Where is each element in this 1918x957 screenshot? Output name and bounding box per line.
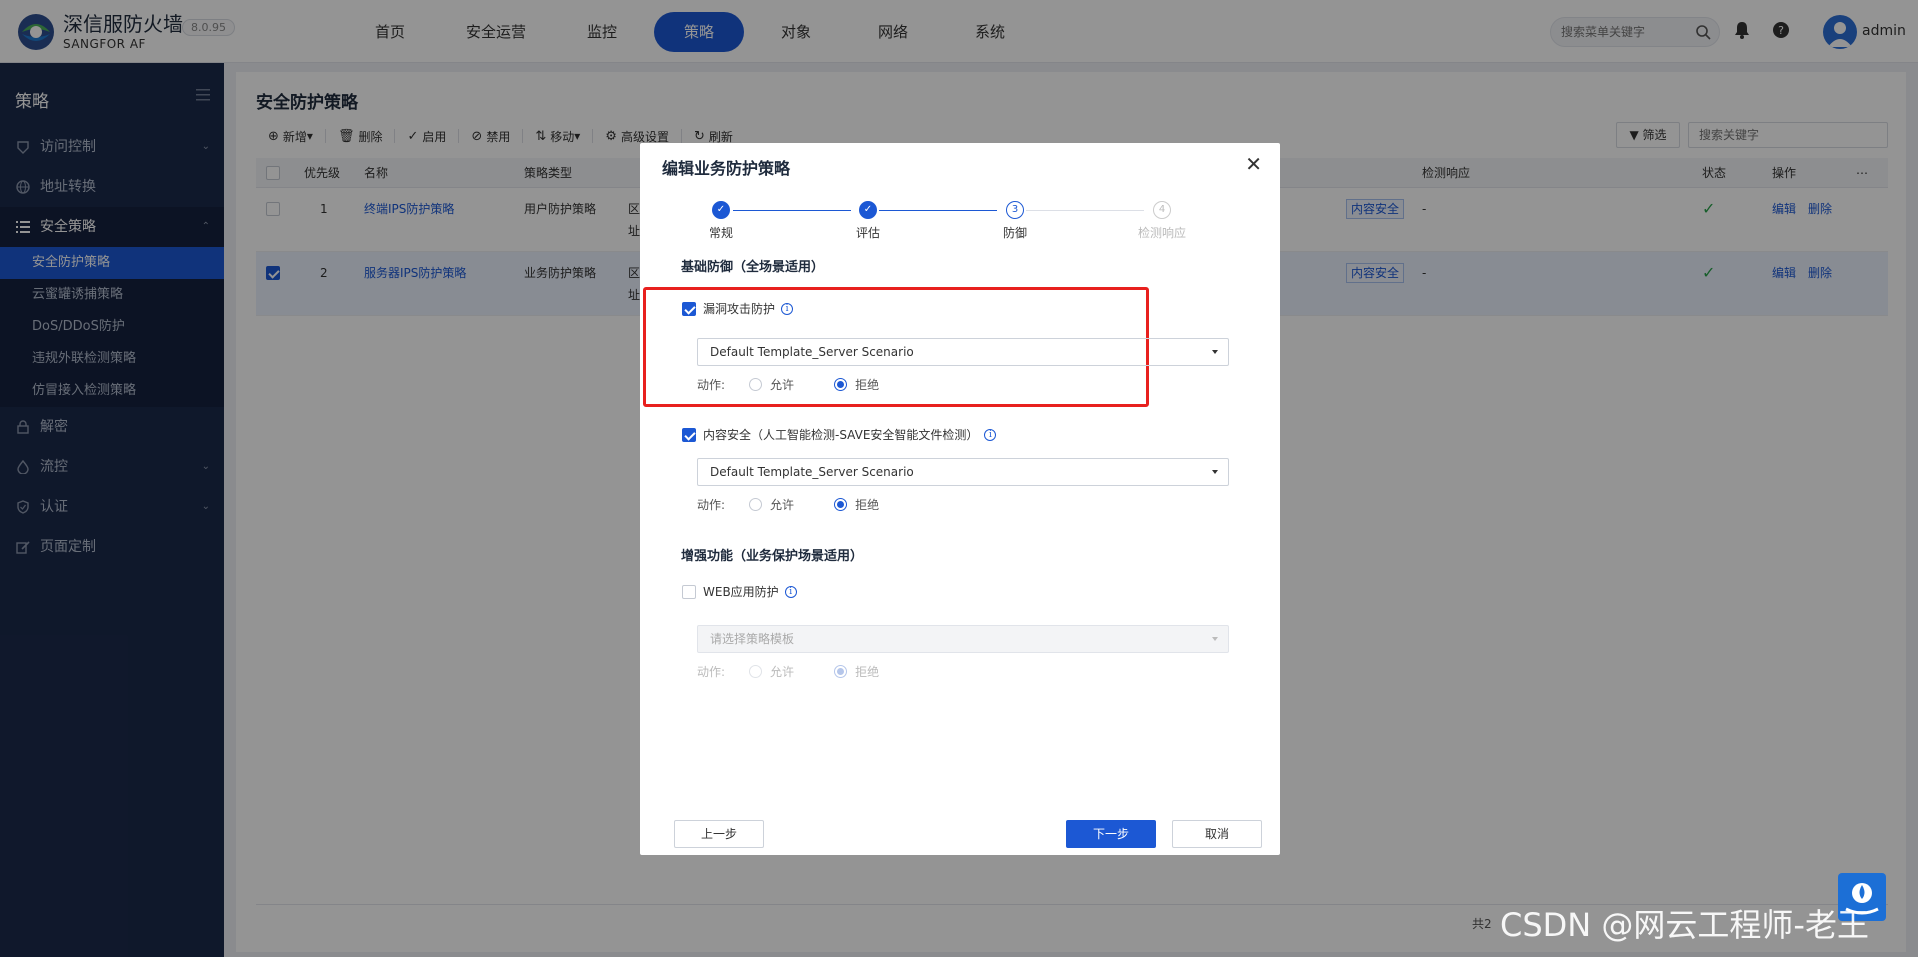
edit-policy-dialog: 编辑业务防护策略 ✕ ✓ ✓ 3 4 常规 评估 防御 检测响应 基础防御（全场… bbox=[640, 143, 1280, 855]
web-action-row: 动作: 允许 拒绝 bbox=[697, 663, 879, 680]
step-2-check-icon: ✓ bbox=[859, 201, 877, 219]
dialog-title: 编辑业务防护策略 bbox=[662, 159, 791, 178]
web-template-placeholder: 请选择策略模板 bbox=[710, 632, 795, 646]
vuln-allow-radio[interactable] bbox=[749, 378, 763, 391]
vuln-template-value: Default Template_Server Scenario bbox=[710, 345, 914, 359]
info-icon[interactable]: i bbox=[784, 585, 797, 598]
section-enhanced: 增强功能（业务保护场景适用） bbox=[681, 549, 864, 564]
step-1-label: 常规 bbox=[708, 226, 733, 240]
action-label: 动作: bbox=[697, 378, 726, 392]
content-security-option[interactable]: 内容安全（人工智能检测-SAVE安全智能文件检测） i bbox=[682, 426, 997, 443]
content-security-label: 内容安全（人工智能检测-SAVE安全智能文件检测） bbox=[703, 428, 979, 442]
deny-label: 拒绝 bbox=[855, 498, 880, 512]
allow-label: 允许 bbox=[770, 498, 795, 512]
vuln-protection-label: 漏洞攻击防护 bbox=[703, 302, 776, 316]
content-template-value: Default Template_Server Scenario bbox=[710, 465, 914, 479]
vuln-action-row: 动作: 允许 拒绝 bbox=[697, 376, 879, 393]
watermark: CSDN @网云工程师-老王 bbox=[1500, 906, 1869, 944]
step-2-label: 评估 bbox=[855, 226, 880, 240]
step-3-label: 防御 bbox=[1002, 226, 1027, 240]
allow-label: 允许 bbox=[770, 665, 795, 679]
step-connector bbox=[733, 210, 851, 211]
step-indicator: ✓ ✓ 3 4 常规 评估 防御 检测响应 bbox=[640, 200, 1280, 250]
vuln-protection-option[interactable]: 漏洞攻击防护 i bbox=[682, 300, 794, 317]
deny-label: 拒绝 bbox=[855, 378, 880, 392]
prev-step-button[interactable]: 上一步 bbox=[674, 820, 764, 848]
step-4-label: 检测响应 bbox=[1137, 226, 1186, 240]
web-protection-checkbox[interactable] bbox=[682, 584, 696, 599]
content-action-row: 动作: 允许 拒绝 bbox=[697, 496, 879, 513]
action-label: 动作: bbox=[697, 498, 726, 512]
step-3-number: 3 bbox=[1006, 201, 1024, 219]
step-4-number: 4 bbox=[1153, 201, 1171, 219]
info-icon[interactable]: i bbox=[984, 428, 997, 441]
web-deny-radio bbox=[834, 665, 848, 678]
deny-label: 拒绝 bbox=[855, 665, 880, 679]
step-connector bbox=[879, 210, 997, 211]
allow-label: 允许 bbox=[770, 378, 795, 392]
vuln-protection-checkbox[interactable] bbox=[682, 301, 696, 316]
web-protection-label: WEB应用防护 bbox=[703, 585, 779, 599]
vuln-template-select[interactable]: Default Template_Server Scenario bbox=[697, 338, 1229, 366]
content-security-checkbox[interactable] bbox=[682, 427, 696, 442]
caret-down-icon bbox=[1212, 470, 1218, 474]
web-template-select: 请选择策略模板 bbox=[697, 625, 1229, 653]
step-connector bbox=[1026, 210, 1144, 211]
content-template-select[interactable]: Default Template_Server Scenario bbox=[697, 458, 1229, 486]
next-step-button[interactable]: 下一步 bbox=[1066, 820, 1156, 848]
cancel-button[interactable]: 取消 bbox=[1172, 820, 1262, 848]
content-allow-radio[interactable] bbox=[749, 498, 763, 511]
web-protection-option[interactable]: WEB应用防护 i bbox=[682, 583, 797, 600]
web-allow-radio bbox=[749, 665, 763, 678]
content-deny-radio[interactable] bbox=[834, 498, 848, 511]
section-basic-defense: 基础防御（全场景适用） bbox=[681, 260, 825, 275]
close-icon[interactable]: ✕ bbox=[1245, 152, 1262, 176]
caret-down-icon bbox=[1212, 637, 1218, 641]
action-label: 动作: bbox=[697, 665, 726, 679]
info-icon[interactable]: i bbox=[781, 302, 794, 315]
vuln-deny-radio[interactable] bbox=[834, 378, 848, 391]
step-1-check-icon: ✓ bbox=[712, 201, 730, 219]
caret-down-icon bbox=[1212, 350, 1218, 354]
